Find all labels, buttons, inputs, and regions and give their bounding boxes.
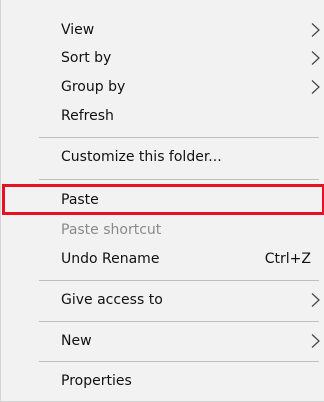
menu-item-label: New	[61, 333, 92, 349]
menu-item-label: Undo Rename	[61, 251, 160, 267]
menu-item-undo-rename[interactable]: Undo Rename Ctrl+Z	[2, 245, 324, 273]
chevron-right-icon	[311, 334, 320, 348]
menu-item-label: Sort by	[61, 50, 112, 66]
menu-item-label: Group by	[61, 79, 126, 95]
menu-item-label: Paste	[61, 191, 99, 208]
menu-item-label: Refresh	[61, 108, 114, 124]
menu-item-group-by[interactable]: Group by	[2, 73, 324, 101]
menu-item-label: Properties	[61, 373, 132, 389]
menu-item-label: Paste shortcut	[61, 222, 162, 238]
menu-item-label: View	[61, 22, 95, 38]
menu-item-shortcut: Ctrl+Z	[264, 251, 311, 267]
chevron-right-icon	[311, 23, 320, 37]
menu-item-paste[interactable]: Paste	[2, 184, 324, 215]
menu-separator	[39, 280, 319, 281]
chevron-right-icon	[311, 51, 320, 65]
menu-item-give-access[interactable]: Give access to	[2, 286, 324, 314]
menu-separator	[39, 361, 319, 362]
menu-item-paste-shortcut: Paste shortcut	[2, 216, 324, 244]
menu-item-view[interactable]: View	[2, 16, 324, 44]
menu-item-label: Customize this folder...	[61, 149, 222, 165]
menu-item-sort-by[interactable]: Sort by	[2, 44, 324, 72]
menu-separator	[39, 321, 319, 322]
chevron-right-icon	[311, 293, 320, 307]
menu-separator	[39, 179, 319, 180]
menu-item-properties[interactable]: Properties	[2, 367, 324, 395]
context-menu: View Sort by Group by Refresh Customize …	[0, 0, 324, 402]
menu-item-customize-folder[interactable]: Customize this folder...	[2, 143, 324, 171]
menu-separator	[39, 137, 319, 138]
menu-item-new[interactable]: New	[2, 327, 324, 355]
menu-item-refresh[interactable]: Refresh	[2, 102, 324, 130]
chevron-right-icon	[311, 80, 320, 94]
menu-item-label: Give access to	[61, 292, 163, 308]
